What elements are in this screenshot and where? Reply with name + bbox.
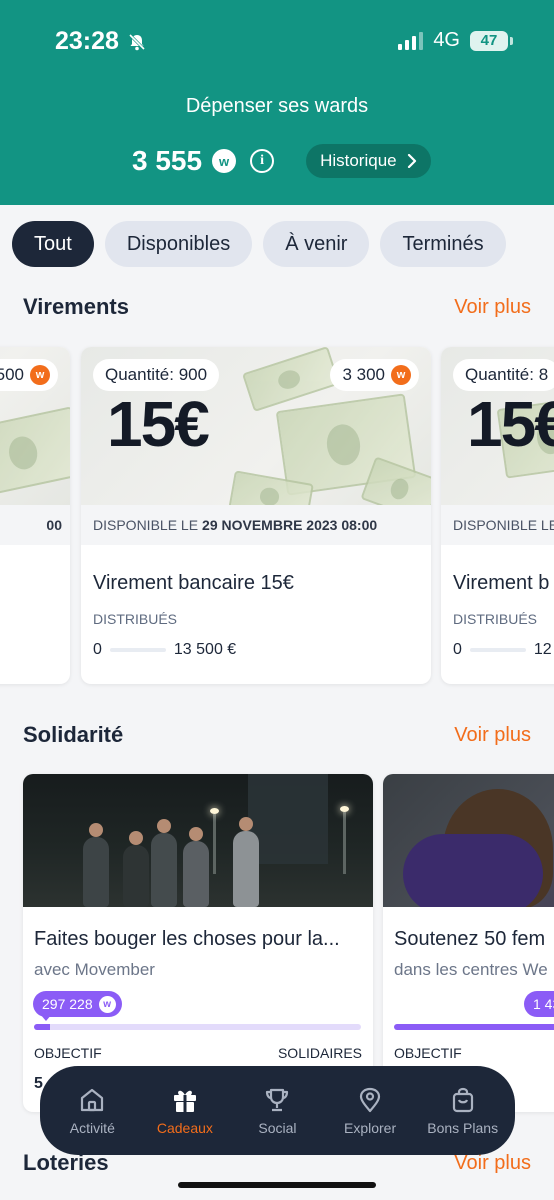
progress-bar (469, 648, 526, 652)
balance-row: 3 555 w i Historique (132, 144, 431, 178)
objective-progress-fill (394, 1024, 554, 1030)
progress-end: 13 500 € (173, 641, 237, 658)
network-type: 4G (433, 29, 460, 51)
see-more-lotteries[interactable]: Voir plus (454, 1152, 531, 1175)
nav-item-activity[interactable]: Activité (49, 1086, 135, 1136)
transfer-card[interactable]: 500 w 00 (0, 347, 70, 684)
objective-progress-fill (34, 1024, 51, 1030)
supporters-count-pill: 1 43 (524, 991, 554, 1017)
status-right: 4G 47 (398, 29, 513, 52)
nav-item-social[interactable]: Social (234, 1086, 320, 1136)
shopping-bag-icon (452, 1087, 473, 1112)
transfer-card[interactable]: Quantité: 8 15€ DISPONIBLE LE Virement b… (441, 347, 554, 684)
trophy-icon (266, 1088, 289, 1111)
bell-off-icon (128, 33, 146, 50)
distribution-progress: 0 13 500 € (93, 641, 236, 659)
solidarity-subtitle: dans les centres We (394, 960, 548, 979)
price-pill: 500 w (0, 359, 58, 391)
solidarity-title: Soutenez 50 fem (394, 928, 546, 950)
ward-coin-icon: w (98, 995, 116, 1013)
solidarity-subtitle: avec Movember (34, 960, 155, 979)
objective-label: OBJECTIF (394, 1045, 462, 1061)
price-value: 500 (0, 365, 24, 384)
distribution-progress: 0 12 (453, 641, 552, 659)
solidarity-title: Faites bouger les choses pour la... (34, 928, 340, 950)
hug-photo (383, 774, 554, 907)
info-icon[interactable]: i (250, 149, 275, 173)
ward-coin-icon: w (212, 149, 237, 173)
distributed-label: DISTRIBUÉS (453, 611, 538, 627)
availability-prefix: DISPONIBLE LE (93, 517, 199, 533)
history-button[interactable]: Historique (306, 144, 431, 178)
page-title: Dépenser ses wards (185, 95, 369, 117)
availability-date: 29 NOVEMBRE 2023 08:00 (202, 517, 378, 533)
signal-icon (398, 31, 424, 50)
bottom-nav: Activité Cadeaux Social Explorer Bons Pl… (40, 1066, 515, 1155)
tab-upcoming[interactable]: À venir (263, 221, 370, 267)
header: 23:28 4G 47 Dépenser ses wards 3 555 w i (0, 0, 554, 205)
transfer-amount: 15€ (467, 388, 554, 460)
price-pill: 3 300 w (330, 359, 419, 391)
home-icon (81, 1088, 104, 1111)
runners-photo (23, 774, 373, 907)
see-more-solidarity[interactable]: Voir plus (454, 724, 531, 747)
availability-bar: 00 (0, 505, 70, 545)
progress-end: 12 (533, 641, 552, 658)
nav-label: Explorer (344, 1119, 397, 1136)
solidarity-card[interactable]: Faites bouger les choses pour la... avec… (23, 774, 373, 1112)
chevron-right-icon (407, 154, 416, 168)
supporters-count: 297 228 (42, 996, 93, 1012)
pill-pointer (40, 1014, 52, 1021)
filter-tabs: Tout Disponibles À venir Terminés (12, 221, 506, 267)
see-more-transfers[interactable]: Voir plus (454, 296, 531, 319)
solidarity-card[interactable]: Soutenez 50 fem dans les centres We 1 43… (383, 774, 554, 1112)
nav-item-explore[interactable]: Explorer (327, 1086, 413, 1136)
nav-item-deals[interactable]: Bons Plans (420, 1086, 506, 1136)
tab-all[interactable]: Tout (12, 221, 94, 267)
nav-label: Activité (69, 1119, 115, 1136)
tab-finished[interactable]: Terminés (380, 221, 506, 267)
progress-start: 0 (453, 641, 462, 658)
home-indicator (178, 1182, 376, 1188)
transfer-amount: 15€ (107, 388, 210, 460)
status-time: 23:28 (55, 27, 147, 56)
map-pin-icon (359, 1087, 381, 1112)
nav-item-gifts[interactable]: Cadeaux (142, 1086, 228, 1136)
nav-label: Bons Plans (427, 1119, 499, 1136)
ward-balance: 3 555 (132, 145, 203, 176)
transfer-name: Virement b (453, 572, 550, 594)
distributed-label: DISTRIBUÉS (93, 611, 178, 627)
objective-progress (34, 1024, 361, 1030)
progress-start: 0 (93, 641, 102, 658)
availability-bar: DISPONIBLE LE (441, 505, 554, 545)
price-value: 3 300 (342, 365, 385, 384)
tab-available[interactable]: Disponibles (104, 221, 253, 267)
history-label: Historique (320, 151, 397, 170)
progress-bar (109, 648, 166, 652)
transfer-name: Virement bancaire 15€ (93, 572, 294, 594)
page: 23:28 4G 47 Dépenser ses wards 3 555 w i (0, 0, 554, 1200)
supporters-count: 1 43 (533, 996, 554, 1012)
battery-level: 47 (480, 32, 498, 49)
supporters-label: SOLIDAIRES (277, 1045, 362, 1061)
battery-icon: 47 (470, 30, 513, 51)
clock: 23:28 (55, 27, 119, 55)
ward-coin-icon: w (391, 365, 411, 385)
gift-icon (173, 1090, 196, 1112)
availability-prefix: DISPONIBLE LE (453, 517, 554, 533)
nav-label: Cadeaux (156, 1119, 213, 1136)
objective-progress (394, 1024, 554, 1030)
availability-date: 00 (46, 517, 62, 533)
nav-label: Social (258, 1119, 297, 1136)
section-title-solidarity: Solidarité (23, 722, 124, 747)
objective-label: OBJECTIF (34, 1045, 102, 1061)
section-title-transfers: Virements (23, 294, 129, 319)
availability-bar: DISPONIBLE LE 29 NOVEMBRE 2023 08:00 (81, 505, 431, 545)
transfer-card[interactable]: Quantité: 900 3 300 w 15€ DISPONIBLE LE … (81, 347, 431, 684)
ward-coin-icon: w (30, 365, 50, 385)
